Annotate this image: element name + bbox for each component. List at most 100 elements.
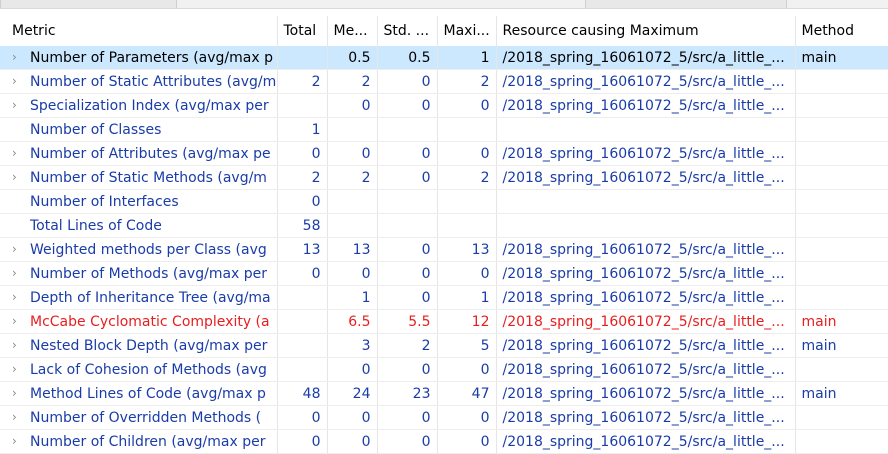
chevron-right-icon[interactable]: ›	[12, 386, 30, 400]
std-dev-cell	[377, 189, 438, 214]
method-cell: main	[795, 381, 888, 406]
tab-partial-right[interactable]	[585, 0, 787, 8]
table-row[interactable]: › Method Lines of Code (avg/max p 48 24 23 47…	[0, 381, 888, 406]
maximum-cell	[437, 117, 497, 142]
metric-name-label: Number of Static Attributes (avg/m	[30, 73, 277, 90]
maximum-cell	[437, 213, 497, 238]
resource-cell: /2018_spring_16061072_5/src/a_little_...	[496, 165, 796, 190]
chevron-right-icon[interactable]: ›	[12, 50, 30, 64]
resource-cell: /2018_spring_16061072_5/src/a_little_...	[496, 357, 796, 382]
resource-cell: /2018_spring_16061072_5/src/a_little_...	[496, 333, 796, 358]
table-row[interactable]: › Weighted methods per Class (avg 13 13 0 13/…	[0, 237, 888, 262]
chevron-right-icon[interactable]: ›	[12, 434, 30, 448]
mean-cell: 0	[327, 357, 378, 382]
metric-name-cell: › Depth of Inheritance Tree (avg/ma	[0, 285, 278, 310]
table-row[interactable]: Number of Interfaces 0	[0, 189, 888, 214]
method-cell	[795, 237, 888, 262]
column-header-metric[interactable]: Metric	[0, 16, 278, 46]
chevron-right-icon[interactable]: ›	[12, 338, 30, 352]
metric-name-label: Weighted methods per Class (avg	[30, 241, 267, 258]
table-row[interactable]: › Lack of Cohesion of Methods (avg 0 0 0/201…	[0, 357, 888, 382]
chevron-right-icon[interactable]: ›	[12, 362, 30, 376]
metric-name-label: Nested Block Depth (avg/max per	[30, 337, 268, 354]
column-header-method[interactable]: Method	[795, 16, 888, 46]
total-cell: 1	[277, 117, 328, 142]
method-cell	[795, 117, 888, 142]
maximum-cell	[437, 189, 497, 214]
method-cell	[795, 213, 888, 238]
column-header-mean[interactable]: Me...	[327, 16, 378, 46]
metric-name-label: Number of Interfaces	[30, 193, 179, 210]
tab-partial-left[interactable]	[0, 0, 177, 8]
chevron-right-icon[interactable]: ›	[12, 266, 30, 280]
maximum-cell: 5	[437, 333, 497, 358]
metric-name-label: Number of Classes	[30, 121, 162, 138]
chevron-right-icon[interactable]: ›	[12, 146, 30, 160]
column-header-total[interactable]: Total	[277, 16, 328, 46]
chevron-right-icon[interactable]: ›	[12, 170, 30, 184]
metric-name-cell: › Weighted methods per Class (avg	[0, 237, 278, 262]
metric-name-label: Depth of Inheritance Tree (avg/ma	[30, 289, 271, 306]
table-row[interactable]: › Specialization Index (avg/max per 0 0 0/20…	[0, 93, 888, 118]
method-cell	[795, 165, 888, 190]
table-row[interactable]: › Number of Children (avg/max per 0 0 0 0/201…	[0, 429, 888, 454]
metric-name-cell: › Number of Static Methods (avg/m	[0, 165, 278, 190]
maximum-cell: 1	[437, 285, 497, 310]
std-dev-cell: 0	[377, 93, 438, 118]
chevron-right-icon[interactable]: ›	[12, 242, 30, 256]
maximum-cell: 0	[437, 429, 497, 454]
mean-cell	[327, 189, 378, 214]
mean-cell: 0	[327, 261, 378, 286]
table-row[interactable]: › Depth of Inheritance Tree (avg/ma 1 0 1/20…	[0, 285, 888, 310]
table-row[interactable]: › Number of Methods (avg/max per 0 0 0 0/2018…	[0, 261, 888, 286]
resource-cell: /2018_spring_16061072_5/src/a_little_...	[496, 69, 796, 94]
metric-name-cell: › Method Lines of Code (avg/max p	[0, 381, 278, 406]
resource-cell: /2018_spring_16061072_5/src/a_little_...	[496, 381, 796, 406]
chevron-right-icon[interactable]: ›	[12, 290, 30, 304]
chevron-right-icon[interactable]: ›	[12, 98, 30, 112]
chevron-right-icon[interactable]: ›	[12, 314, 30, 328]
mean-cell: 1	[327, 285, 378, 310]
mean-cell: 0	[327, 429, 378, 454]
metric-name-cell: › Number of Children (avg/max per	[0, 429, 278, 454]
maximum-cell: 2	[437, 165, 497, 190]
metric-name-label: Specialization Index (avg/max per	[30, 97, 269, 114]
resource-cell: /2018_spring_16061072_5/src/a_little_...	[496, 309, 796, 334]
metric-name-cell: › Nested Block Depth (avg/max per	[0, 333, 278, 358]
std-dev-cell: 0	[377, 429, 438, 454]
metric-name-label: Number of Overridden Methods (	[30, 409, 262, 426]
table-row[interactable]: › Number of Parameters (avg/max p 0.5 0.5 1/…	[0, 46, 888, 70]
table-row[interactable]: Total Lines of Code 58	[0, 213, 888, 238]
std-dev-cell: 0	[377, 357, 438, 382]
table-row[interactable]: › Number of Overridden Methods (0 0 0 0/2018…	[0, 405, 888, 430]
std-dev-cell: 0	[377, 405, 438, 430]
table-row[interactable]: › Number of Static Methods (avg/m 2 2 0 2/201…	[0, 165, 888, 190]
resource-cell: /2018_spring_16061072_5/src/a_little_...	[496, 237, 796, 262]
mean-cell: 2	[327, 165, 378, 190]
method-cell	[795, 141, 888, 166]
maximum-cell: 0	[437, 357, 497, 382]
table-header: Metric Total Me... Std. ... Maxi... Reso…	[0, 16, 888, 46]
table-row[interactable]: › McCabe Cyclomatic Complexity (a 6.5 5.5 12…	[0, 309, 888, 334]
metric-name-label: Lack of Cohesion of Methods (avg	[30, 361, 267, 378]
column-header-maximum[interactable]: Maxi...	[437, 16, 497, 46]
table-row[interactable]: › Number of Attributes (avg/max pe 0 0 0 0/20…	[0, 141, 888, 166]
column-header-std-dev[interactable]: Std. ...	[377, 16, 438, 46]
table-row[interactable]: Number of Classes 1	[0, 117, 888, 142]
std-dev-cell: 2	[377, 333, 438, 358]
chevron-right-icon[interactable]: ›	[12, 74, 30, 88]
metric-name-label: McCabe Cyclomatic Complexity (a	[30, 313, 270, 330]
chevron-right-icon[interactable]: ›	[12, 410, 30, 424]
mean-cell: 2	[327, 69, 378, 94]
table-row[interactable]: › Nested Block Depth (avg/max per 3 2 5/2018…	[0, 333, 888, 358]
std-dev-cell: 23	[377, 381, 438, 406]
std-dev-cell: 0	[377, 261, 438, 286]
table-row[interactable]: › Number of Static Attributes (avg/m 2 2 0 2/…	[0, 69, 888, 94]
total-cell	[277, 46, 328, 70]
metric-name-cell: Number of Classes	[0, 117, 278, 142]
mean-cell: 0	[327, 141, 378, 166]
column-header-resource[interactable]: Resource causing Maximum	[496, 16, 796, 46]
total-cell: 0	[277, 141, 328, 166]
mean-cell	[327, 213, 378, 238]
method-cell	[795, 357, 888, 382]
